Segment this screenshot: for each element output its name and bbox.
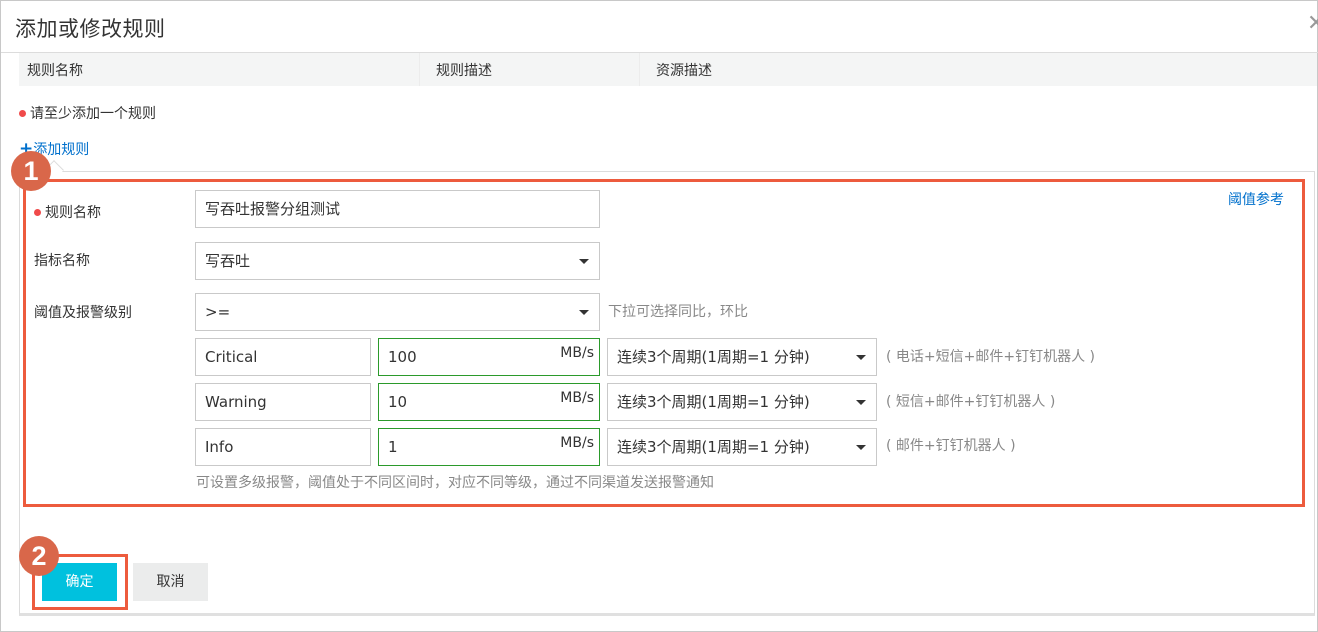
period-select-info[interactable]: 连续3个周期(1周期=1 分钟): [607, 428, 877, 466]
period-select-warning[interactable]: 连续3个周期(1周期=1 分钟): [607, 383, 877, 421]
threshold-operator-select[interactable]: >=: [195, 293, 600, 331]
rule-table-header: 规则名称 规则描述 资源描述: [19, 53, 1317, 86]
threshold-label: 阈值及报警级别: [34, 305, 132, 321]
dropdown-caret-icon: [856, 400, 866, 405]
add-edit-rule-dialog: 添加或修改规则 ✕ 规则名称 规则描述 资源描述 请至少添加一个规则 +添加规则…: [0, 0, 1318, 632]
step-2-badge: 2: [19, 536, 59, 576]
dialog-title: 添加或修改规则: [15, 17, 166, 41]
cancel-button[interactable]: 取消: [133, 563, 208, 601]
level-name-warning: Warning: [195, 383, 371, 421]
levels-hint: 可设置多级报警，阈值处于不同区间时，对应不同等级，通过不同渠道发送报警通知: [196, 475, 714, 491]
level-name-info: Info: [195, 428, 371, 466]
threshold-value-critical[interactable]: 100 MB/s: [378, 338, 600, 376]
threshold-value-warning[interactable]: 10 MB/s: [378, 383, 600, 421]
channels-warning: ( 短信+邮件+钉钉机器人 ): [886, 394, 1056, 410]
required-dot-icon: [34, 208, 41, 216]
dropdown-caret-icon: [856, 445, 866, 450]
threshold-value-info[interactable]: 1 MB/s: [378, 428, 600, 466]
column-separator: [419, 53, 420, 86]
column-header-rule-name: 规则名称: [27, 63, 83, 79]
validation-message: 请至少添加一个规则: [19, 103, 156, 123]
unit-label: MB/s: [560, 390, 594, 406]
level-name-critical: Critical: [195, 338, 371, 376]
channels-critical: ( 电话+短信+邮件+钉钉机器人 ): [886, 349, 1096, 365]
column-header-rule-description: 规则描述: [436, 63, 492, 79]
dropdown-caret-icon: [579, 259, 589, 264]
step-1-badge: 1: [11, 151, 51, 191]
metric-name-select[interactable]: 写吞吐: [195, 242, 600, 280]
column-separator: [639, 53, 640, 86]
channels-info: ( 邮件+钉钉机器人 ): [886, 438, 1016, 454]
threshold-reference-link[interactable]: 阈值参考: [1228, 189, 1284, 209]
dropdown-caret-icon: [579, 310, 589, 315]
column-header-resource-description: 资源描述: [656, 63, 712, 79]
period-select-critical[interactable]: 连续3个周期(1周期=1 分钟): [607, 338, 877, 376]
close-icon[interactable]: ✕: [1307, 13, 1318, 35]
rule-name-label: 规则名称: [34, 202, 101, 222]
error-dot-icon: [19, 109, 26, 117]
rule-name-input[interactable]: 写吞吐报警分组测试: [195, 190, 600, 228]
metric-name-label: 指标名称: [34, 253, 90, 269]
unit-label: MB/s: [560, 435, 594, 451]
operator-hint: 下拉可选择同比，环比: [608, 304, 748, 320]
dropdown-caret-icon: [856, 355, 866, 360]
unit-label: MB/s: [560, 345, 594, 361]
